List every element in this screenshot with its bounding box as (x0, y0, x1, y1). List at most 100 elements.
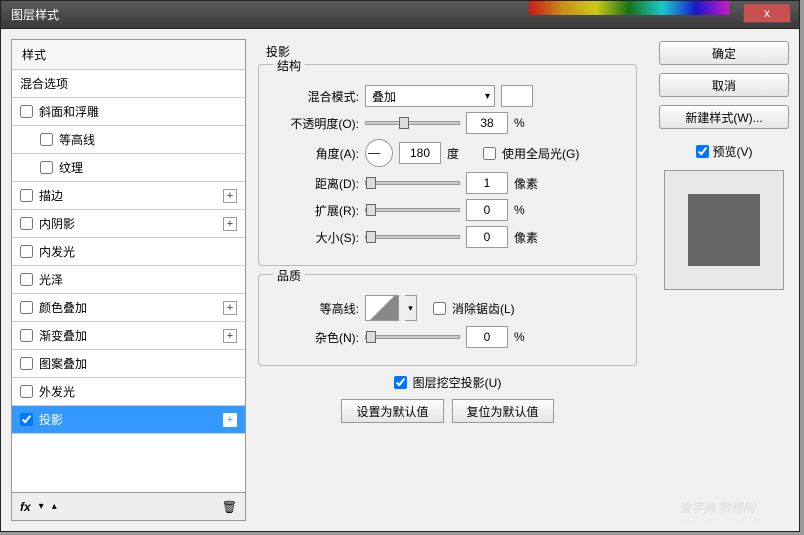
style-checkbox[interactable] (20, 385, 33, 398)
style-item-5[interactable]: 内发光 (12, 238, 245, 266)
style-checkbox[interactable] (40, 133, 53, 146)
style-checkbox[interactable] (20, 217, 33, 230)
noise-label: 杂色(N): (269, 329, 359, 346)
styles-header: 样式 (12, 40, 245, 70)
noise-slider[interactable] (365, 335, 460, 339)
quality-fieldset: 品质 等高线: ▾ 消除锯齿(L) 杂色(N): 0 % (258, 274, 637, 366)
style-item-4[interactable]: 内阴影 + (12, 210, 245, 238)
spread-unit: % (514, 203, 544, 217)
color-swatches (529, 1, 729, 15)
antialias-label: 消除锯齿(L) (452, 300, 515, 317)
window-title: 图层样式 (11, 8, 59, 22)
arrow-up-icon[interactable]: ▴ (52, 501, 57, 512)
set-default-button[interactable]: 设置为默认值 (341, 399, 443, 423)
add-instance-icon[interactable]: + (223, 301, 237, 315)
reset-default-button[interactable]: 复位为默认值 (452, 399, 554, 423)
style-checkbox[interactable] (20, 189, 33, 202)
spread-label: 扩展(R): (269, 202, 359, 219)
antialias-checkbox[interactable] (433, 302, 446, 315)
opacity-slider[interactable] (365, 121, 460, 125)
preview-box (664, 170, 784, 290)
preview-label: 预览(V) (713, 143, 753, 160)
style-checkbox[interactable] (40, 161, 53, 174)
style-item-label: 外发光 (39, 383, 75, 400)
angle-unit: 度 (447, 145, 477, 162)
style-item-9[interactable]: 图案叠加 (12, 350, 245, 378)
contour-label: 等高线: (269, 300, 359, 317)
style-checkbox[interactable] (20, 413, 33, 426)
style-checkbox[interactable] (20, 105, 33, 118)
add-instance-icon[interactable]: + (223, 329, 237, 343)
size-slider[interactable] (365, 235, 460, 239)
preview-checkbox[interactable] (696, 145, 709, 158)
style-item-3[interactable]: 描边 + (12, 182, 245, 210)
ok-button[interactable]: 确定 (659, 41, 789, 65)
style-item-2[interactable]: 纹理 (12, 154, 245, 182)
cancel-button[interactable]: 取消 (659, 73, 789, 97)
color-swatch-button[interactable] (501, 85, 533, 107)
style-item-label: 斜面和浮雕 (39, 103, 99, 120)
size-unit: 像素 (514, 229, 544, 246)
blend-options-item[interactable]: 混合选项 (12, 70, 245, 98)
new-style-button[interactable]: 新建样式(W)... (659, 105, 789, 129)
distance-unit: 像素 (514, 175, 544, 192)
style-checkbox[interactable] (20, 329, 33, 342)
distance-input[interactable]: 1 (466, 172, 508, 194)
add-instance-icon[interactable]: + (223, 413, 237, 427)
style-item-label: 图案叠加 (39, 355, 87, 372)
style-item-label: 光泽 (39, 271, 63, 288)
styles-panel: 样式 混合选项 斜面和浮雕等高线纹理描边+内阴影+内发光光泽颜色叠加+渐变叠加+… (11, 39, 246, 521)
style-item-6[interactable]: 光泽 (12, 266, 245, 294)
options-panel: 投影 结构 混合模式: 叠加 不透明度(O): 38 % (246, 29, 649, 531)
style-item-0[interactable]: 斜面和浮雕 (12, 98, 245, 126)
style-item-8[interactable]: 渐变叠加+ (12, 322, 245, 350)
style-checkbox[interactable] (20, 273, 33, 286)
spread-input[interactable]: 0 (466, 199, 508, 221)
noise-input[interactable]: 0 (466, 326, 508, 348)
opacity-label: 不透明度(O): (269, 115, 359, 132)
trash-icon[interactable]: 🗑 (222, 500, 237, 514)
fx-icon[interactable]: fx (20, 500, 31, 514)
style-item-label: 内阴影 (39, 215, 75, 232)
style-checkbox[interactable] (20, 245, 33, 258)
add-instance-icon[interactable]: + (223, 189, 237, 203)
style-checkbox[interactable] (20, 301, 33, 314)
angle-label: 角度(A): (269, 145, 359, 162)
dialog-window: 图层样式 x 样式 混合选项 斜面和浮雕等高线纹理描边 + 内阴影 + 内发光光泽颜色叠… (0, 0, 800, 532)
angle-dial[interactable] (365, 139, 393, 167)
distance-slider[interactable] (365, 181, 460, 185)
structure-fieldset: 结构 混合模式: 叠加 不透明度(O): 38 % 角度(A): (258, 64, 637, 266)
quality-legend: 品质 (273, 267, 305, 284)
opacity-unit: % (514, 116, 544, 130)
opacity-input[interactable]: 38 (466, 112, 508, 134)
global-light-checkbox[interactable] (483, 147, 496, 160)
style-item-1[interactable]: 等高线 (12, 126, 245, 154)
style-item-label: 描边 (39, 187, 63, 204)
style-item-label: 纹理 (59, 159, 83, 176)
style-item-label: 投影 (39, 411, 63, 428)
style-item-11[interactable]: 投影 + (12, 406, 245, 434)
blend-options-label: 混合选项 (20, 75, 68, 92)
style-item-label: 等高线 (59, 131, 95, 148)
size-input[interactable]: 0 (466, 226, 508, 248)
style-item-10[interactable]: 外发光 (12, 378, 245, 406)
knockout-checkbox[interactable] (394, 376, 407, 389)
section-title: 投影 (266, 43, 637, 60)
add-instance-icon[interactable]: + (223, 217, 237, 231)
blend-mode-select[interactable]: 叠加 (365, 85, 495, 107)
right-panel: 确定 取消 新建样式(W)... 预览(V) (649, 29, 799, 531)
angle-input[interactable]: 180 (399, 142, 441, 164)
blend-mode-label: 混合模式: (269, 88, 359, 105)
contour-preview[interactable] (365, 295, 399, 321)
close-button[interactable]: x (743, 3, 791, 23)
size-label: 大小(S): (269, 229, 359, 246)
contour-dropdown[interactable]: ▾ (405, 295, 417, 321)
distance-label: 距离(D): (269, 175, 359, 192)
titlebar[interactable]: 图层样式 x (1, 1, 799, 29)
style-checkbox[interactable] (20, 357, 33, 370)
spread-slider[interactable] (365, 208, 460, 212)
style-item-7[interactable]: 颜色叠加 + (12, 294, 245, 322)
style-item-label: 颜色叠加 (39, 299, 87, 316)
arrow-down-icon[interactable]: ▾ (39, 501, 44, 512)
preview-swatch (688, 194, 760, 266)
